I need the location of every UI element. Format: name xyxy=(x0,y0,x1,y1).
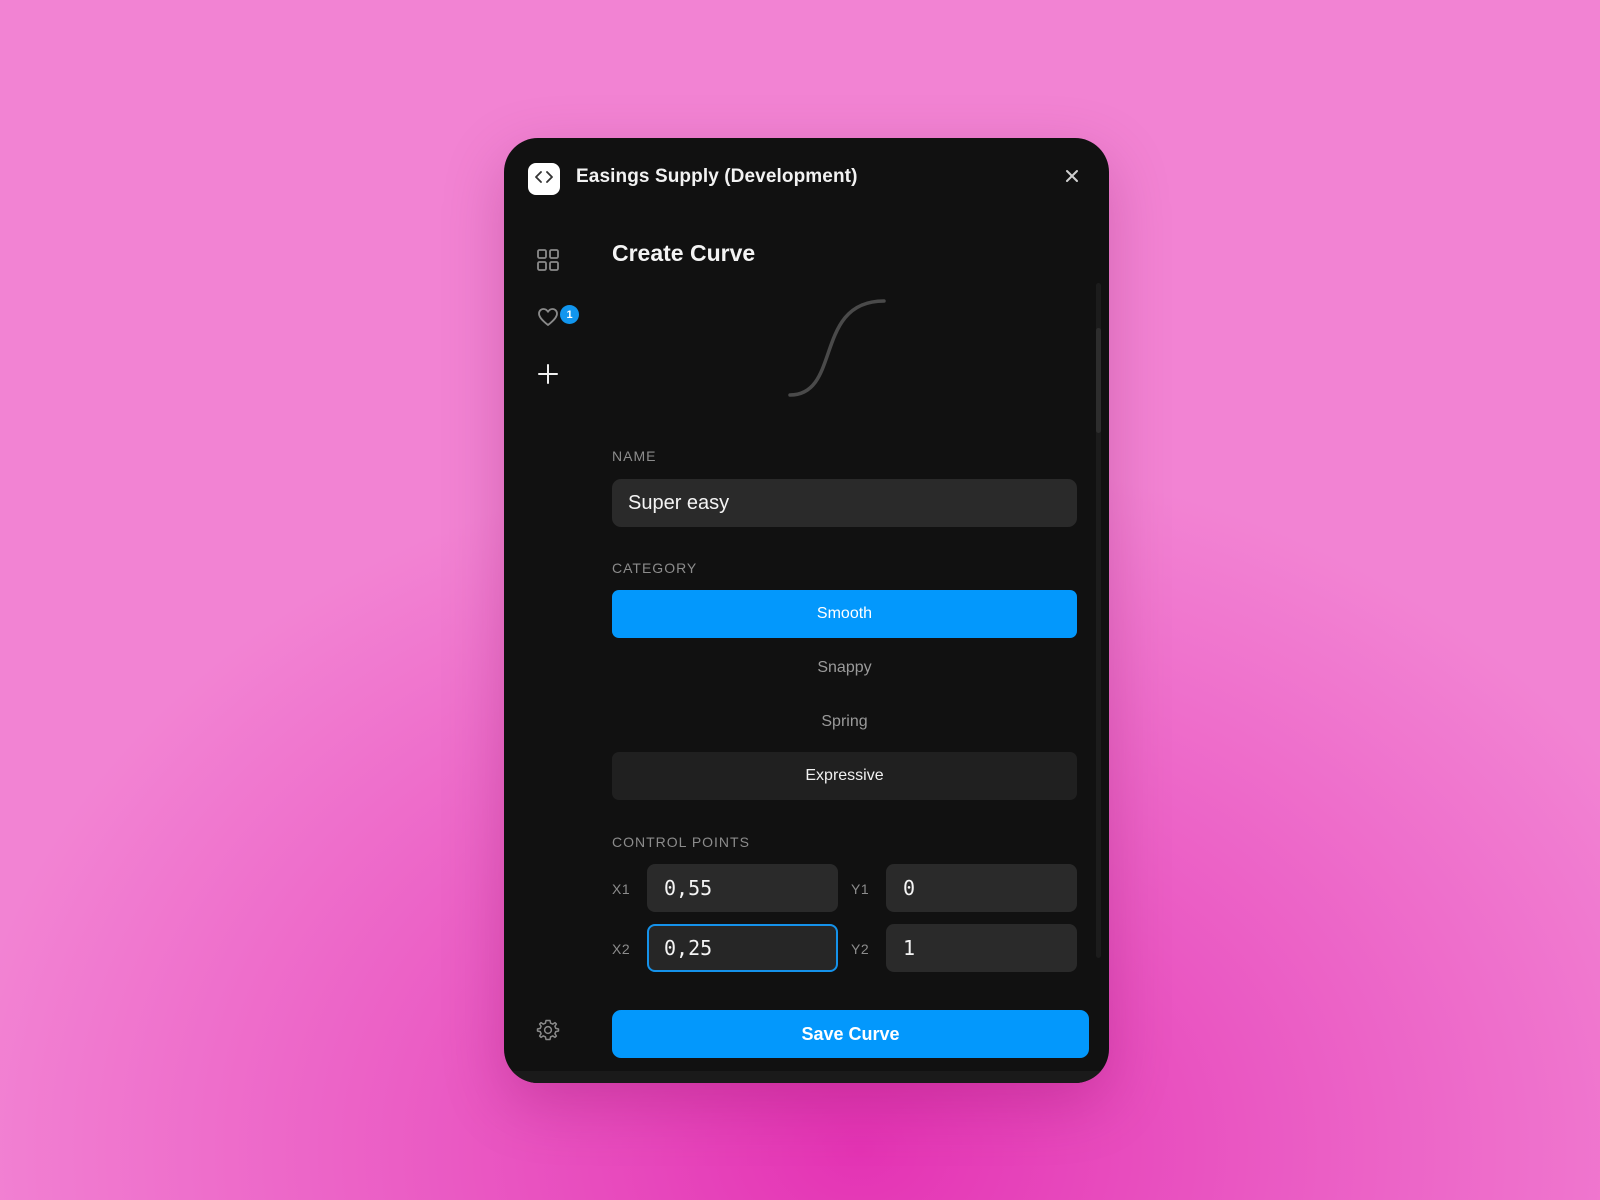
scrollbar-thumb[interactable] xyxy=(1096,328,1101,433)
page-title: Create Curve xyxy=(612,240,756,266)
sidebar-item-browse[interactable] xyxy=(526,240,570,284)
sidebar-item-favorites[interactable]: 1 xyxy=(526,297,579,341)
code-icon xyxy=(535,170,553,189)
heart-icon xyxy=(536,305,560,334)
curve-preview xyxy=(788,299,886,397)
y2-input[interactable] xyxy=(886,924,1077,972)
grid-icon xyxy=(536,248,560,277)
gear-icon xyxy=(536,1018,560,1047)
x1-input[interactable] xyxy=(647,864,838,912)
create-curve-panel: Create Curve NAME CATEGORY Smooth Snappy… xyxy=(612,138,1089,1058)
control-points-label: CONTROL POINTS xyxy=(612,834,750,850)
category-option-smooth[interactable]: Smooth xyxy=(612,590,1077,638)
y1-label: Y1 xyxy=(851,881,870,897)
scrollbar[interactable] xyxy=(1096,283,1101,958)
x2-label: X2 xyxy=(612,941,631,957)
favorites-count-badge: 1 xyxy=(560,305,579,324)
category-label: CATEGORY xyxy=(612,560,698,576)
y1-input[interactable] xyxy=(886,864,1077,912)
category-option-spring[interactable]: Spring xyxy=(612,698,1077,746)
x1-label: X1 xyxy=(612,881,631,897)
category-option-snappy[interactable]: Snappy xyxy=(612,644,1077,692)
window-bottom-edge xyxy=(504,1071,1109,1083)
name-label: NAME xyxy=(612,448,657,464)
name-input[interactable] xyxy=(612,479,1077,527)
y2-label: Y2 xyxy=(851,941,870,957)
app-window: Easings Supply (Development) 1 Create Cu… xyxy=(504,138,1109,1083)
x2-input[interactable] xyxy=(647,924,838,972)
sidebar-item-create[interactable] xyxy=(526,354,570,398)
curve-path xyxy=(788,299,886,397)
app-logo xyxy=(528,163,560,195)
plus-icon xyxy=(537,363,559,390)
category-option-expressive[interactable]: Expressive xyxy=(612,752,1077,800)
sidebar-item-settings[interactable] xyxy=(526,1010,570,1054)
save-curve-button[interactable]: Save Curve xyxy=(612,1010,1089,1058)
